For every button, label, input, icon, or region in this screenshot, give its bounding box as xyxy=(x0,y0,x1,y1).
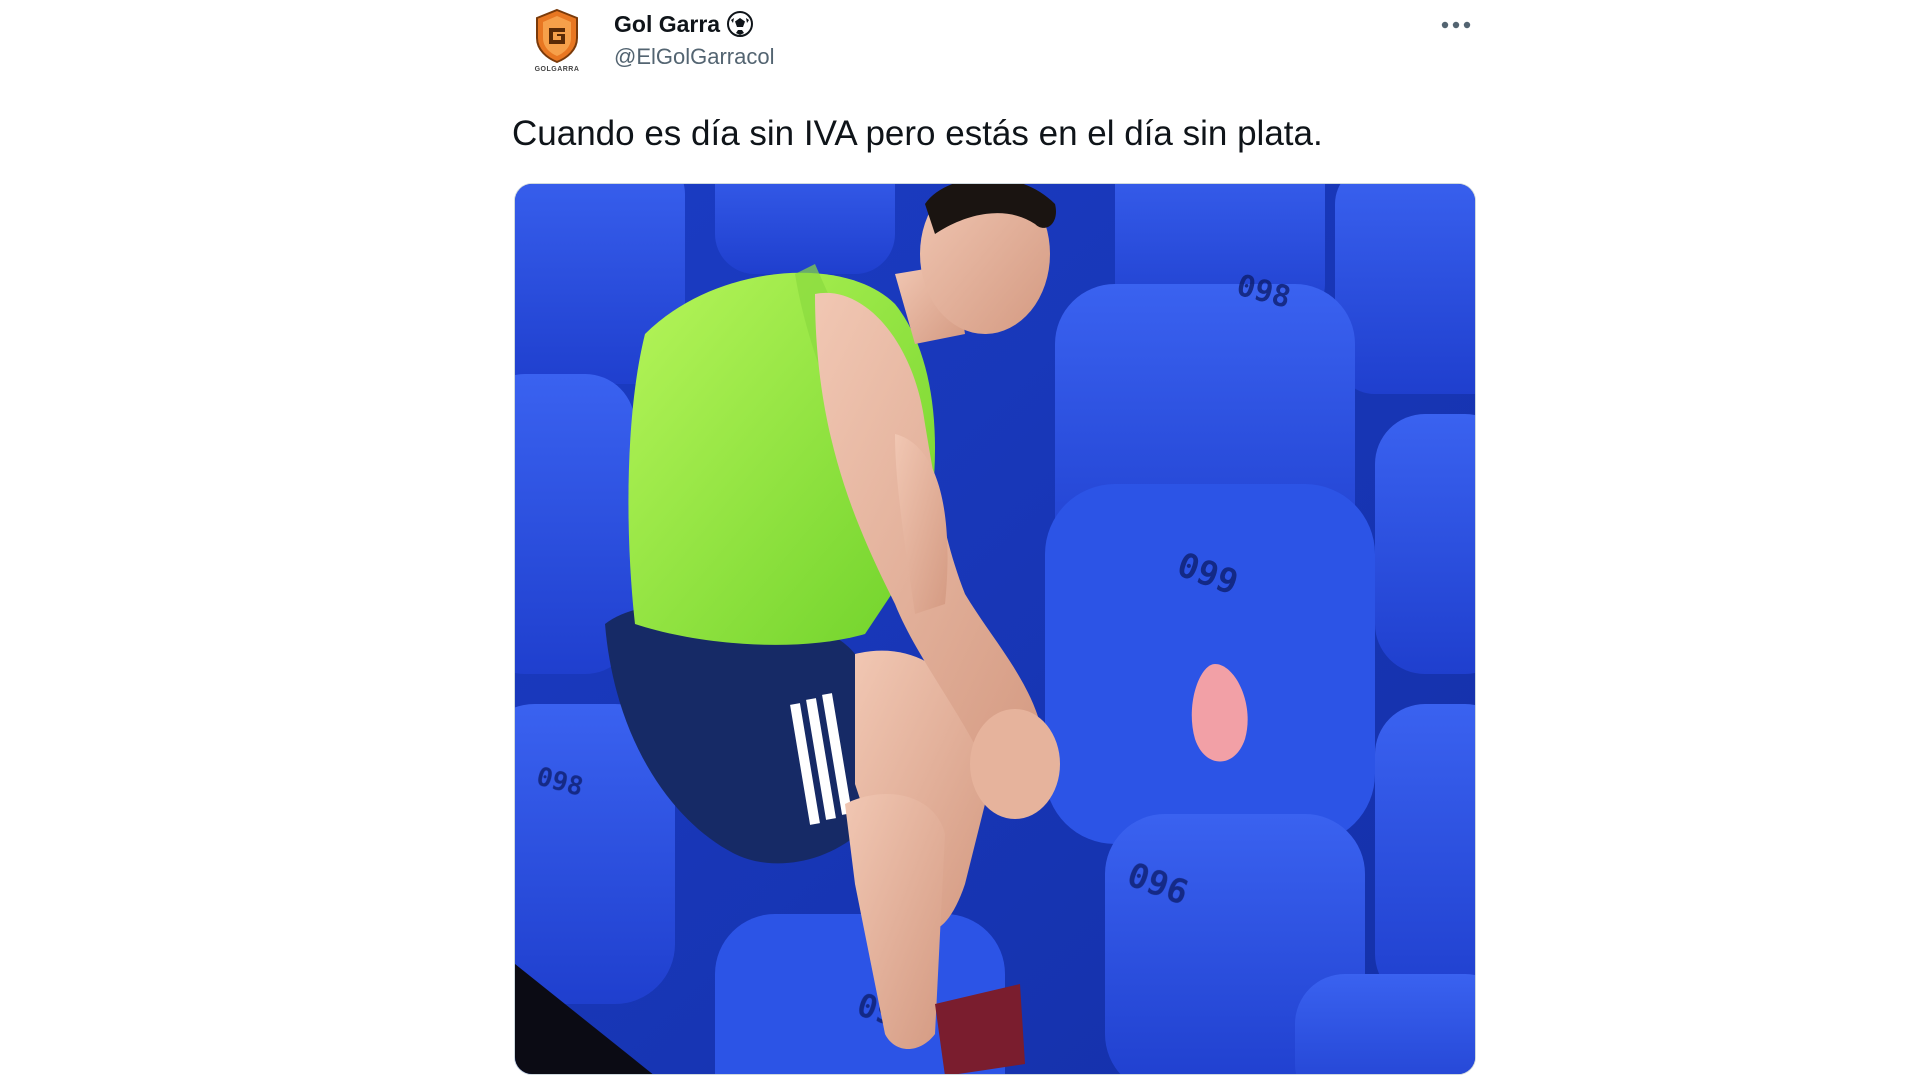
tweet-media-image[interactable]: 098 099 096 097 098 xyxy=(514,183,1476,1075)
tweet-header: GOLGARRA Gol Garra @ElGolGarracol xyxy=(510,0,1480,100)
shield-logo-icon xyxy=(536,8,578,64)
display-name[interactable]: Gol Garra xyxy=(614,11,720,38)
photo-illustration: 098 099 096 097 098 xyxy=(515,184,1475,1074)
author-names: Gol Garra @ElGolGarracol xyxy=(614,8,775,70)
tweet-text: Cuando es día sin IVA pero estás en el d… xyxy=(512,114,1323,153)
author-handle[interactable]: @ElGolGarracol xyxy=(614,44,775,70)
avatar[interactable]: GOLGARRA xyxy=(525,8,589,80)
display-name-row: Gol Garra xyxy=(614,8,775,40)
more-options-button[interactable] xyxy=(1436,10,1476,40)
avatar-caption: GOLGARRA xyxy=(534,66,580,73)
tweet-card: GOLGARRA Gol Garra @ElGolGarracol Cuando… xyxy=(510,0,1480,1080)
more-dots-icon xyxy=(1441,21,1471,29)
soccer-ball-icon xyxy=(727,11,754,37)
